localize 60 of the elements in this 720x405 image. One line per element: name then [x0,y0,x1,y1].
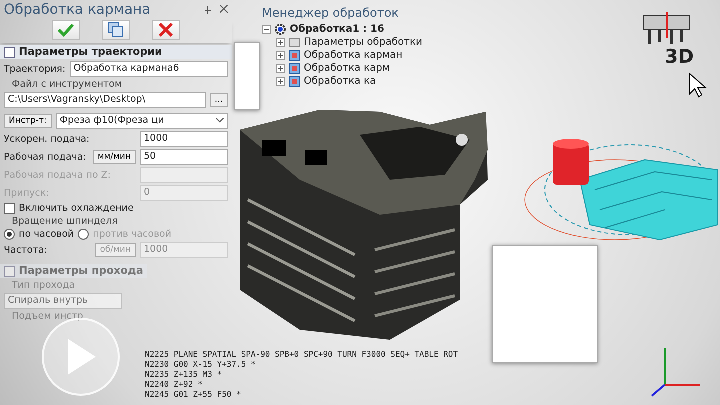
group-legend: Файл с инструментом [0,79,232,90]
checkbox-label: Включить охлаждение [19,203,134,214]
logo-text: 3D [665,46,694,68]
cursor-icon [688,72,710,98]
document-icon [289,37,300,48]
ok-button[interactable] [52,20,80,40]
trajectory-field[interactable]: Обработка кармана6 [70,61,228,77]
gcode-line: N2240 Z+92 * [145,380,204,390]
tool-button[interactable]: Инстр-т: [4,114,52,128]
gcode-line: N2235 Z+135 M3 * [145,370,224,380]
dialog-window [234,42,260,110]
gcode-line: N2230 G00 X-15 Y+37.5 * [145,360,257,370]
close-icon [159,23,173,37]
file-path-field[interactable]: C:\Users\Vagransky\Desktop\ [4,92,206,108]
number-field[interactable]: 50 [140,149,228,165]
checkbox[interactable] [4,203,15,214]
coordinate-axes-icon [651,348,700,397]
copy-icon [108,22,124,38]
cancel-button[interactable] [152,20,180,40]
browse-button[interactable]: ... [210,93,228,107]
field-label: Частота: [4,244,48,256]
pocket-icon [289,76,300,87]
field-label: Рабочая подача по Z: [4,170,112,180]
caret-icon [216,118,224,123]
gear-icon [275,24,286,35]
copy-button[interactable] [102,20,130,40]
field-label: Припуск: [4,188,50,198]
expand-icon[interactable] [276,38,285,47]
close-icon[interactable] [220,5,228,13]
group-legend: Вращение шпинделя [0,216,232,227]
tree-item[interactable]: Обработка1 : 16 [290,24,384,35]
pocket-icon [289,63,300,74]
field-label: Рабочая подача: [4,152,88,162]
field-label: Траектория: [4,64,66,74]
pocket-icon [289,50,300,61]
section-header: Параметры прохода [19,265,144,277]
pass-type-dropdown[interactable]: Спираль внутрь [4,293,122,309]
group-legend: Подъем инстр [0,311,232,322]
radio-button[interactable] [78,229,90,240]
tree-item[interactable]: Параметры обработки [304,37,422,48]
unit-button[interactable]: мм/мин [92,150,136,164]
expand-icon[interactable] [276,64,285,73]
tool-dropdown[interactable]: Фреза ф10(Фреза ци [56,113,228,129]
tree-item[interactable]: Обработка карм [304,63,390,74]
gcode-line: N2225 PLANE SPATIAL SPA-90 SPB+0 SPC+90 TURN F3000 SEQ+ TABLE ROT [145,350,458,360]
radio-label: по часовой [19,229,74,240]
tree-title: Менеджер обработок [262,6,400,20]
tree-item[interactable]: Обработка карман [304,50,403,61]
check-icon [58,23,74,37]
section-header: Параметры траектории [19,46,162,58]
tree-item[interactable]: Обработка ка [304,76,376,87]
expand-icon[interactable] [276,51,285,60]
radio-button[interactable] [4,229,15,240]
gcode-line: N2245 G01 Z+55 F50 * [145,390,242,400]
expand-icon[interactable] [276,77,285,86]
group-legend: Тип прохода [0,280,232,291]
field-label: Ускорен. подача: [4,134,91,144]
number-field[interactable]: 1000 [140,131,228,147]
panel-title: Обработка кармана [4,2,151,18]
radio-label: против часовой [93,229,172,240]
